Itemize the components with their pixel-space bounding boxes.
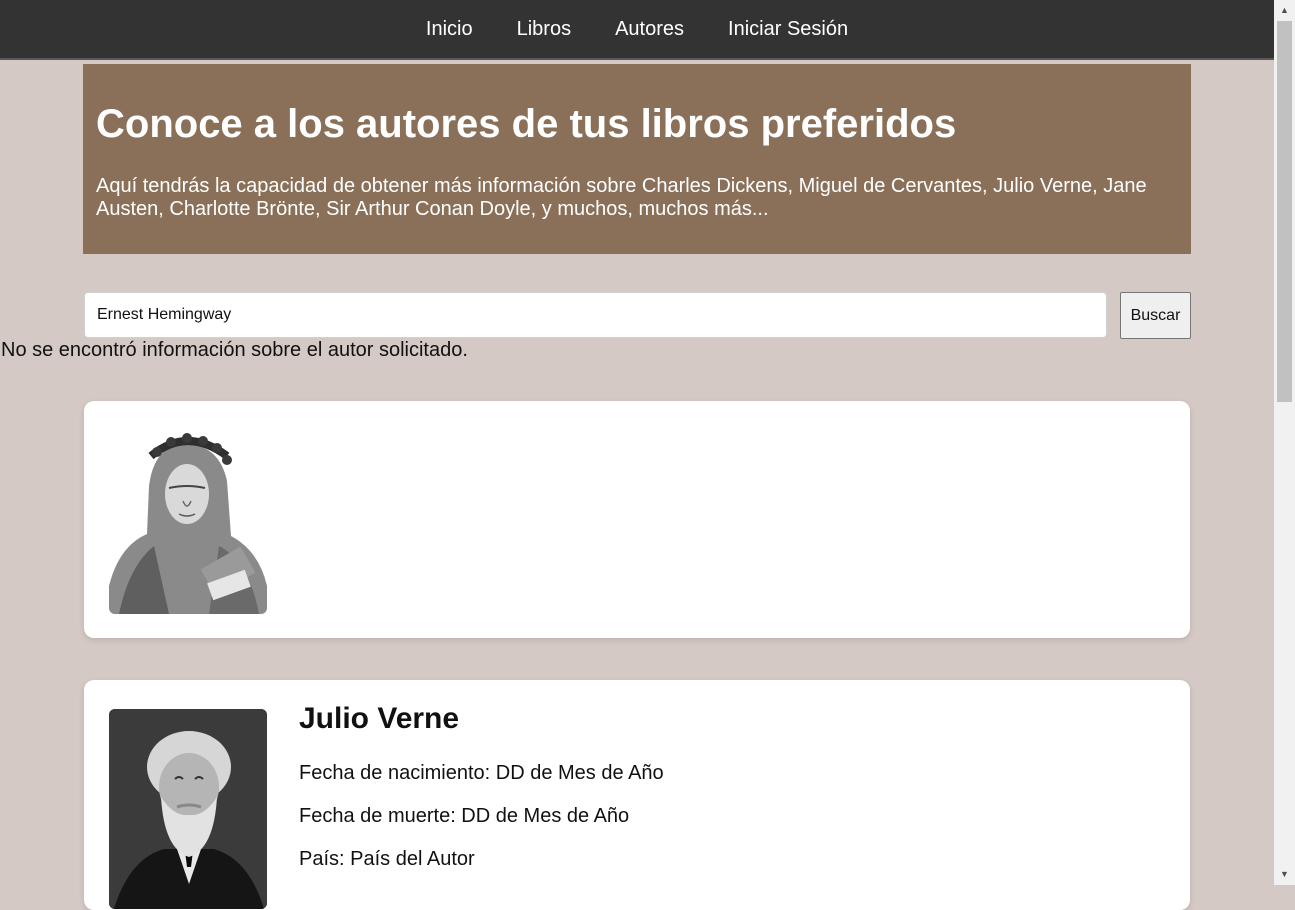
author-portrait (109, 709, 267, 909)
author-birth-date: Fecha de nacimiento: DD de Mes de Año (299, 762, 664, 784)
scrollbar-thumb[interactable] (1277, 21, 1292, 402)
hero-banner: Conoce a los autores de tus libros prefe… (83, 64, 1191, 254)
author-card: Julio Verne Fecha de nacimiento: DD de M… (84, 680, 1190, 910)
scroll-up-arrow-icon[interactable]: ▲ (1274, 2, 1295, 19)
author-portrait (109, 426, 267, 614)
author-name: Julio Verne (299, 702, 460, 735)
search-input[interactable] (84, 292, 1107, 338)
author-death-date: Fecha de muerte: DD de Mes de Año (299, 805, 630, 827)
nav-link-autores[interactable]: Autores (593, 18, 706, 41)
vertical-scrollbar[interactable]: ▲ ▼ (1274, 0, 1295, 885)
not-found-message: No se encontró información sobre el auto… (1, 339, 468, 361)
hero-subtitle: Aquí tendrás la capacidad de obtener más… (96, 175, 1147, 220)
search-button[interactable]: Buscar (1120, 292, 1191, 339)
nav-link-libros[interactable]: Libros (495, 18, 593, 41)
laurel-crowned-poet-engraving-icon (109, 426, 267, 614)
top-navbar: Inicio Libros Autores Iniciar Sesión (0, 0, 1274, 60)
author-card (84, 401, 1190, 638)
hero-title: Conoce a los autores de tus libros prefe… (96, 102, 957, 146)
author-country: País: País del Autor (299, 848, 475, 870)
nav-link-inicio[interactable]: Inicio (404, 18, 495, 41)
bearded-man-photo-icon (109, 709, 267, 909)
scroll-down-arrow-icon[interactable]: ▼ (1274, 866, 1295, 883)
nav-link-iniciar-sesion[interactable]: Iniciar Sesión (706, 18, 870, 41)
